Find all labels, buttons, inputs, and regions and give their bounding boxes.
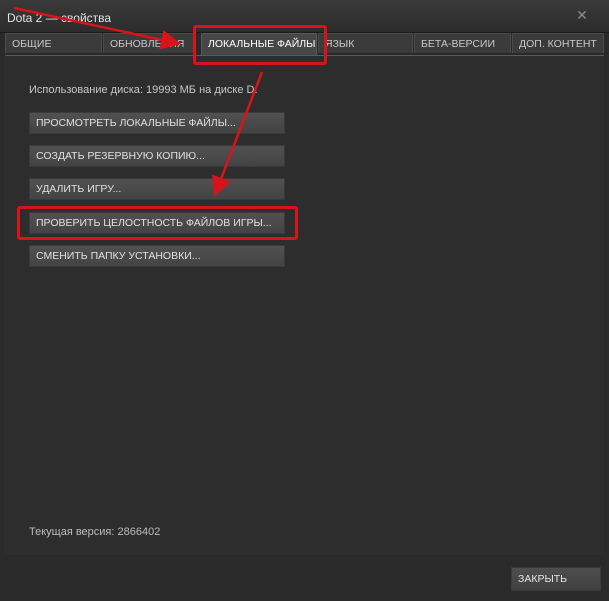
verify-integrity-button[interactable]: ПРОВЕРИТЬ ЦЕЛОСТНОСТЬ ФАЙЛОВ ИГРЫ... (29, 212, 285, 234)
tab-betas[interactable]: БЕТА-ВЕРСИИ (414, 33, 511, 53)
tab-bar: ОБЩИЕ ОБНОВЛЕНИЯ ЛОКАЛЬНЫЕ ФАЙЛЫ ЯЗЫК БЕ… (5, 33, 604, 55)
change-install-folder-button[interactable]: СМЕНИТЬ ПАПКУ УСТАНОВКИ... (29, 245, 285, 267)
tab-general[interactable]: ОБЩИЕ (5, 33, 102, 53)
window-title: Dota 2 — свойства (7, 11, 112, 25)
close-icon[interactable]: ✕ (575, 8, 589, 22)
delete-game-button[interactable]: УДАЛИТЬ ИГРУ... (29, 178, 285, 200)
local-files-panel: Использование диска: 19993 МБ на диске D… (5, 55, 604, 555)
disk-usage-text: Использование диска: 19993 МБ на диске D… (29, 84, 258, 96)
close-button[interactable]: ЗАКРЫТЬ (511, 567, 601, 591)
title-bar: Dota 2 — свойства ✕ (0, 0, 609, 33)
tab-dlc[interactable]: ДОП. КОНТЕНТ (512, 33, 604, 53)
current-version-text: Текущая версия: 2866402 (29, 526, 161, 538)
properties-window: Dota 2 — свойства ✕ ОБЩИЕ ОБНОВЛЕНИЯ ЛОК… (0, 0, 609, 601)
tab-updates[interactable]: ОБНОВЛЕНИЯ (103, 33, 195, 53)
tab-local-files[interactable]: ЛОКАЛЬНЫЕ ФАЙЛЫ (201, 33, 317, 55)
backup-game-button[interactable]: СОЗДАТЬ РЕЗЕРВНУЮ КОПИЮ... (29, 145, 285, 167)
tab-language[interactable]: ЯЗЫК (318, 33, 413, 53)
browse-local-files-button[interactable]: ПРОСМОТРЕТЬ ЛОКАЛЬНЫЕ ФАЙЛЫ... (29, 112, 285, 134)
